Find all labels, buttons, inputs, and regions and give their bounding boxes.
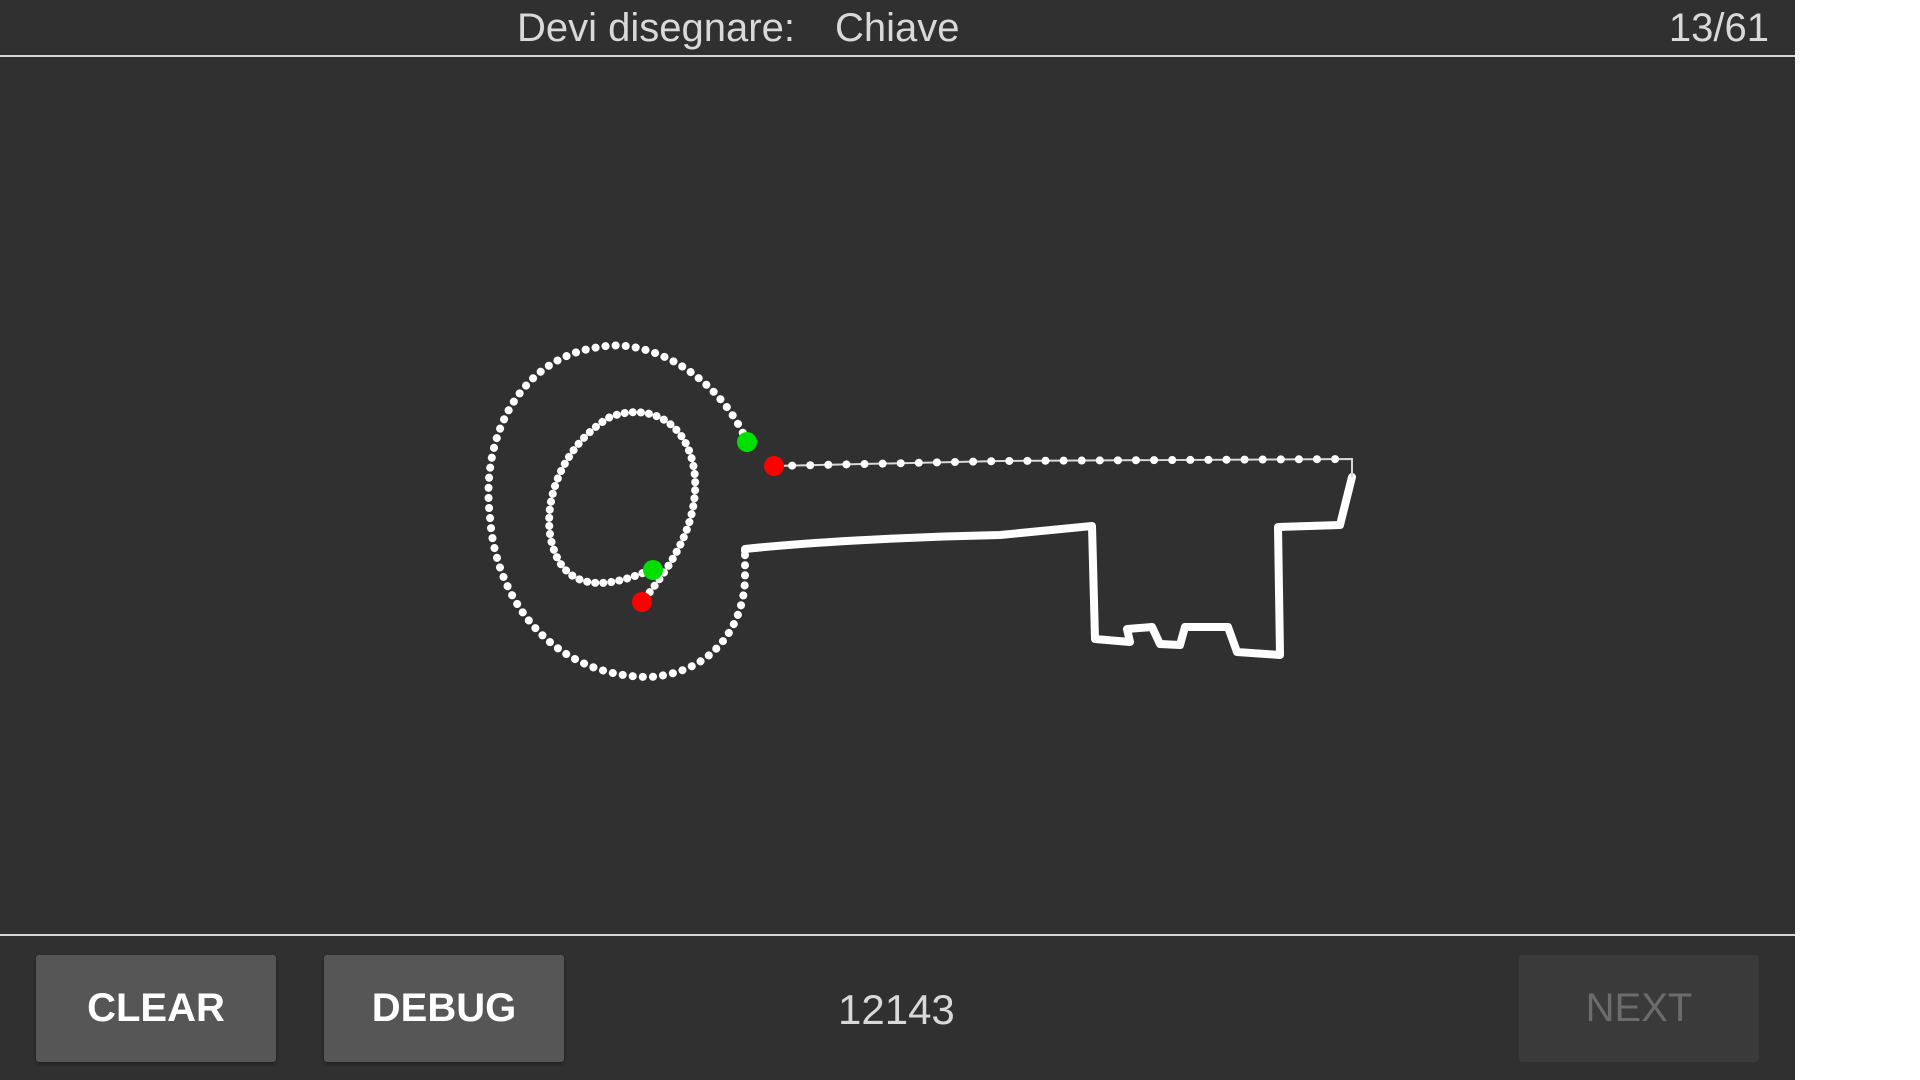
score-value: 12143: [838, 986, 955, 1033]
drawing-canvas[interactable]: [0, 57, 1795, 934]
shaft-top-dots: [770, 455, 1356, 470]
stroke-start-marker-inner: [643, 560, 663, 580]
inner-bow-stroke: [545, 408, 700, 606]
drawing-app: Devi disegnare: Chiave 13/61 CLEAR DEBUG…: [0, 0, 1795, 1080]
header-bar: Devi disegnare: Chiave 13/61: [0, 0, 1795, 57]
progress-counter: 13/61: [1668, 6, 1769, 50]
next-button[interactable]: NEXT: [1519, 955, 1759, 1062]
screen-margin: [1795, 0, 1920, 1080]
outer-bow-stroke: [484, 341, 751, 682]
key-drawing: [484, 341, 1356, 682]
footer-bar: CLEAR DEBUG 12143 NEXT: [0, 934, 1795, 1080]
shaft-bottom-stroke: [741, 473, 1356, 659]
debug-button[interactable]: DEBUG: [324, 955, 564, 1062]
stroke-end-marker-inner: [632, 592, 652, 612]
stroke-end-marker-outer: [764, 456, 784, 476]
stroke-start-marker-outer: [737, 432, 757, 452]
clear-button[interactable]: CLEAR: [36, 955, 276, 1062]
target-word: Chiave: [835, 6, 960, 50]
prompt-label: Devi disegnare:: [517, 6, 795, 50]
